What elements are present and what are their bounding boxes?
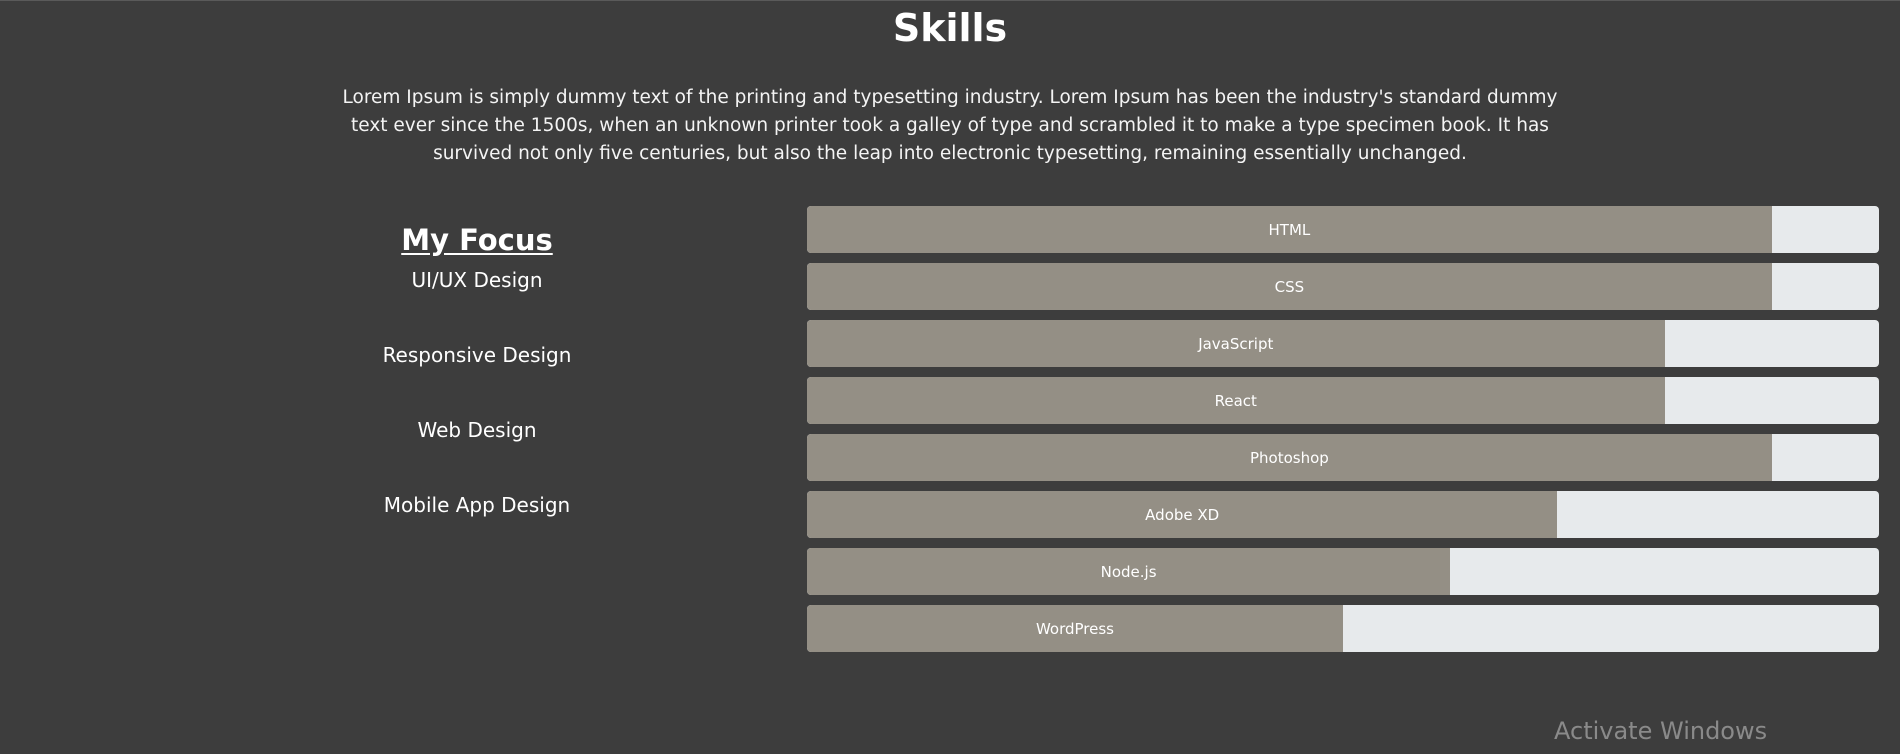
skill-bar-javascript: JavaScript: [807, 320, 1879, 367]
focus-item-responsive: Responsive Design: [382, 343, 572, 367]
skill-label-react: React: [1214, 391, 1257, 410]
focus-title: My Focus: [401, 223, 553, 257]
focus-section: My Focus UI/UX Design Responsive Design …: [327, 218, 627, 567]
skill-fill-css: CSS: [807, 263, 1772, 310]
skill-bar-nodejs: Node.js: [807, 548, 1879, 595]
skill-bar-wordpress: WordPress: [807, 605, 1879, 652]
skill-bar-css: CSS: [807, 263, 1879, 310]
skill-fill-wordpress: WordPress: [807, 605, 1343, 652]
skill-bar-adobe-xd: Adobe XD: [807, 491, 1879, 538]
skill-label-wordpress: WordPress: [1035, 619, 1115, 638]
skill-fill-photoshop: Photoshop: [807, 434, 1772, 481]
skill-label-photoshop: Photoshop: [1249, 448, 1329, 467]
skill-fill-javascript: JavaScript: [807, 320, 1665, 367]
skills-list: HTML CSS JavaScript React Photoshop Adob…: [807, 206, 1879, 662]
skill-fill-adobe-xd: Adobe XD: [807, 491, 1558, 538]
skill-label-css: CSS: [1274, 277, 1305, 296]
skill-fill-nodejs: Node.js: [807, 548, 1451, 595]
skill-bar-react: React: [807, 377, 1879, 424]
skill-label-html: HTML: [1268, 220, 1311, 239]
skill-label-nodejs: Node.js: [1100, 562, 1157, 581]
activate-windows-watermark: Activate Windows: [1554, 717, 1768, 745]
top-divider: [0, 0, 1900, 1]
focus-item-ui-ux: UI/UX Design: [411, 268, 543, 292]
skill-label-javascript: JavaScript: [1198, 334, 1274, 353]
focus-item-mobile: Mobile App Design: [383, 493, 571, 517]
page-title: Skills: [892, 6, 1008, 50]
focus-item-web: Web Design: [417, 418, 537, 442]
skill-bar-html: HTML: [807, 206, 1879, 253]
intro-paragraph: Lorem Ipsum is simply dummy text of the …: [342, 87, 1558, 164]
skill-fill-html: HTML: [807, 206, 1772, 253]
skill-label-adobe-xd: Adobe XD: [1145, 505, 1220, 524]
skill-fill-react: React: [807, 377, 1665, 424]
skill-bar-photoshop: Photoshop: [807, 434, 1879, 481]
